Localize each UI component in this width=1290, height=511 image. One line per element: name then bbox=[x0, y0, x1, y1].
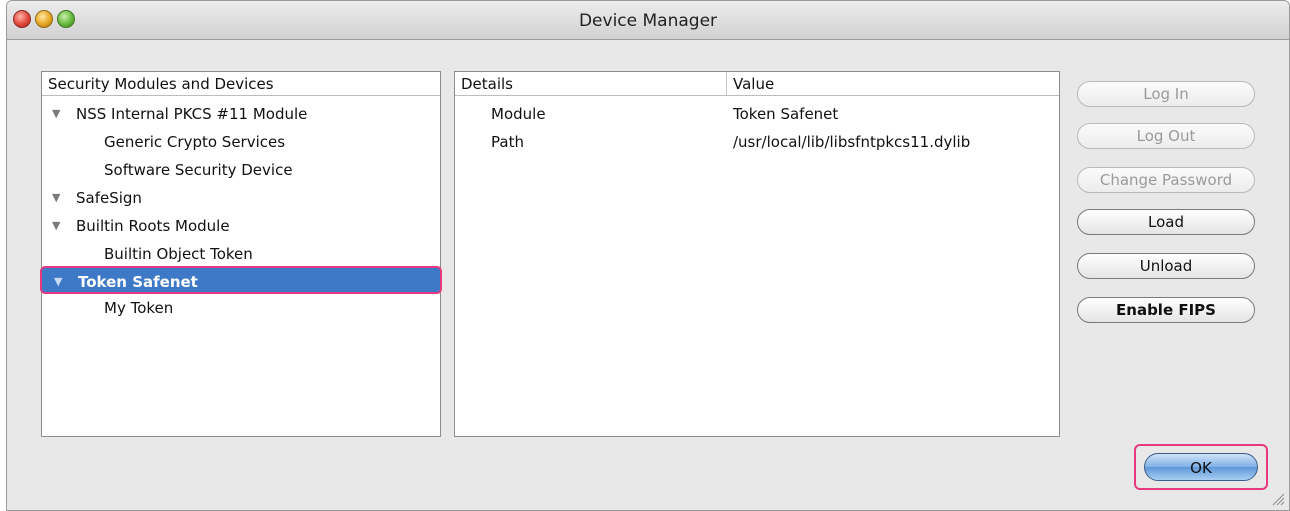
log-out-button[interactable]: Log Out bbox=[1077, 123, 1255, 149]
tree-item-nss-internal-module[interactable]: ▼ NSS Internal PKCS #11 Module bbox=[42, 100, 440, 128]
tree-item-label: Builtin Roots Module bbox=[76, 217, 230, 235]
title-bar[interactable]: Device Manager bbox=[7, 1, 1289, 40]
unload-button[interactable]: Unload bbox=[1077, 253, 1255, 279]
device-manager-window: Device Manager Security Modules and Devi… bbox=[6, 0, 1290, 511]
window-title: Device Manager bbox=[578, 11, 718, 31]
tree-item-builtin-object-token[interactable]: Builtin Object Token bbox=[42, 240, 440, 268]
enable-fips-button[interactable]: Enable FIPS bbox=[1077, 297, 1255, 323]
tree-item-label: SafeSign bbox=[76, 189, 142, 207]
tree-item-label: Token Safenet bbox=[78, 273, 198, 291]
details-table[interactable]: Details Value Module Token Safenet Path … bbox=[454, 71, 1060, 437]
details-column-header[interactable]: Details bbox=[455, 72, 727, 96]
details-row-module[interactable]: Module Token Safenet bbox=[455, 100, 1059, 128]
load-button[interactable]: Load bbox=[1077, 209, 1255, 235]
details-key: Module bbox=[491, 105, 546, 123]
value-column-header[interactable]: Value bbox=[727, 72, 1059, 96]
tree-item-token-safenet[interactable]: ▼ Token Safenet bbox=[40, 266, 442, 294]
details-row-path[interactable]: Path /usr/local/lib/libsfntpkcs11.dylib bbox=[455, 128, 1059, 156]
tree-item-label: Generic Crypto Services bbox=[104, 133, 286, 151]
tree-item-safesign[interactable]: ▼ SafeSign bbox=[42, 184, 440, 212]
details-value: Token Safenet bbox=[733, 105, 839, 123]
change-password-button[interactable]: Change Password bbox=[1077, 167, 1255, 193]
log-in-button[interactable]: Log In bbox=[1077, 81, 1255, 107]
ok-button[interactable]: OK bbox=[1144, 453, 1258, 481]
tree-column-header[interactable]: Security Modules and Devices bbox=[42, 72, 440, 96]
details-key: Path bbox=[491, 133, 524, 151]
tree-item-generic-crypto-services[interactable]: Generic Crypto Services bbox=[42, 128, 440, 156]
resize-grip-icon[interactable] bbox=[1271, 492, 1285, 506]
tree-item-label: Builtin Object Token bbox=[104, 245, 253, 263]
disclosure-triangle-icon[interactable]: ▼ bbox=[52, 100, 60, 128]
tree-item-my-token[interactable]: My Token bbox=[42, 294, 440, 322]
details-value: /usr/local/lib/libsfntpkcs11.dylib bbox=[733, 133, 971, 151]
disclosure-triangle-icon[interactable]: ▼ bbox=[54, 268, 62, 296]
tree-item-label: My Token bbox=[104, 299, 174, 317]
security-modules-tree[interactable]: Security Modules and Devices ▼ NSS Inter… bbox=[40, 71, 442, 437]
disclosure-triangle-icon[interactable]: ▼ bbox=[52, 184, 60, 212]
tree-item-builtin-roots-module[interactable]: ▼ Builtin Roots Module bbox=[42, 212, 440, 240]
disclosure-triangle-icon[interactable]: ▼ bbox=[52, 212, 60, 240]
tree-item-software-security-device[interactable]: Software Security Device bbox=[42, 156, 440, 184]
tree-item-label: Software Security Device bbox=[104, 161, 293, 179]
tree-item-label: NSS Internal PKCS #11 Module bbox=[76, 105, 308, 123]
ok-button-highlight: OK bbox=[1134, 444, 1268, 490]
